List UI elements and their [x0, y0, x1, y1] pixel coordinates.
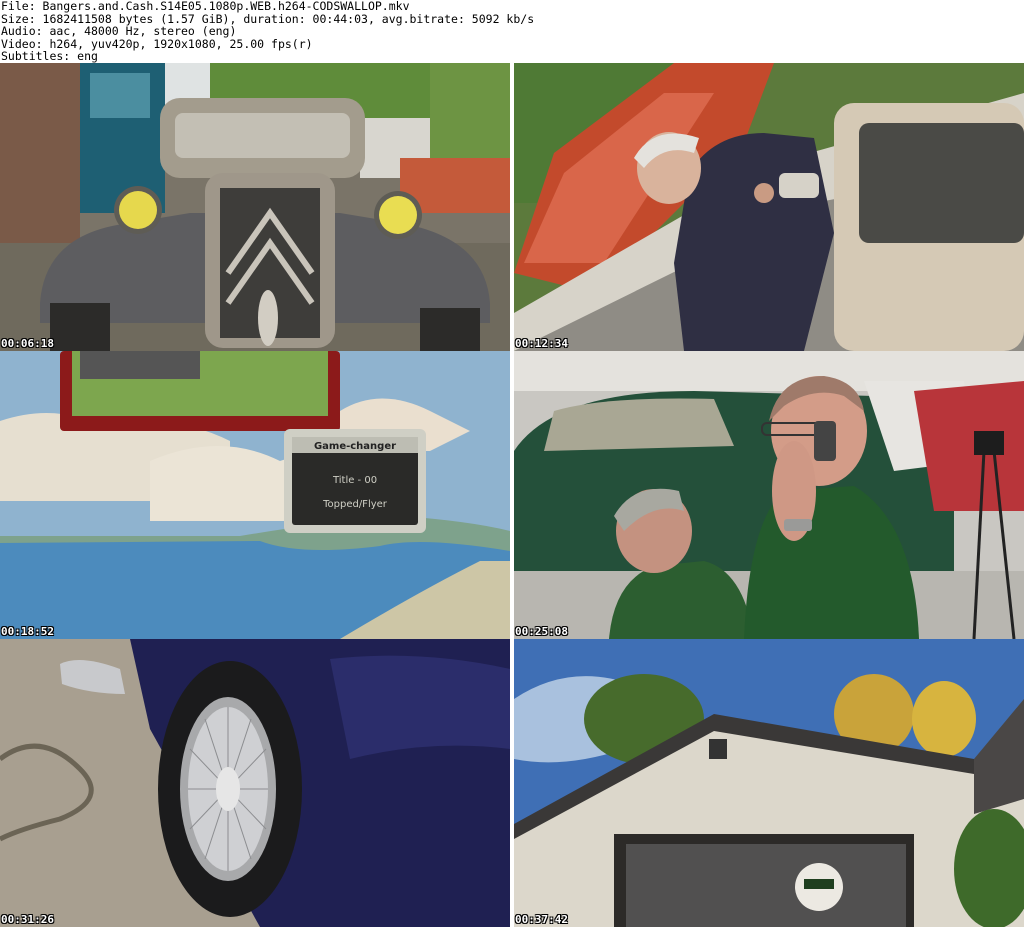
sign-title: Game-changer [314, 441, 396, 452]
info-header: File: Bangers.and.Cash.S14E05.1080p.WEB.… [0, 0, 1024, 63]
timestamp: 00:25:08 [515, 625, 568, 638]
timestamp: 00:12:34 [515, 337, 568, 350]
timestamp: 00:37:42 [515, 913, 568, 926]
sign-line-1: Title - 00 [332, 475, 377, 486]
timestamp: 00:18:52 [1, 625, 54, 638]
thumbnail-2-image [514, 63, 1024, 351]
timestamp: 00:06:18 [1, 337, 54, 350]
thumbnail-4: 00:25:08 [514, 351, 1024, 639]
thumbnail-1: 00:06:18 [0, 63, 510, 351]
thumbnail-1-image [0, 63, 510, 351]
file-line: File: Bangers.and.Cash.S14E05.1080p.WEB.… [1, 0, 410, 13]
sign-line-2: Topped/Flyer [322, 499, 388, 510]
timestamp: 00:31:26 [1, 913, 54, 926]
thumbnail-5: 00:31:26 [0, 639, 510, 927]
subtitles-line: Subtitles: eng [1, 49, 98, 64]
thumbnail-2: 00:12:34 [514, 63, 1024, 351]
thumbnail-6-image [514, 639, 1024, 927]
thumbnail-5-image [0, 639, 510, 927]
thumbnail-grid: 00:06:18 00:12:34 Game-changer Title - 0… [0, 63, 1024, 927]
thumbnail-4-image [514, 351, 1024, 639]
thumbnail-3: Game-changer Title - 00 Topped/Flyer 00:… [0, 351, 510, 639]
audio-line: Audio: aac, 48000 Hz, stereo (eng) [1, 24, 237, 39]
thumbnail-3-image: Game-changer Title - 00 Topped/Flyer [0, 351, 510, 639]
thumbnail-6: 00:37:42 [514, 639, 1024, 927]
video-line: Video: h264, yuv420p, 1920x1080, 25.00 f… [1, 36, 313, 51]
